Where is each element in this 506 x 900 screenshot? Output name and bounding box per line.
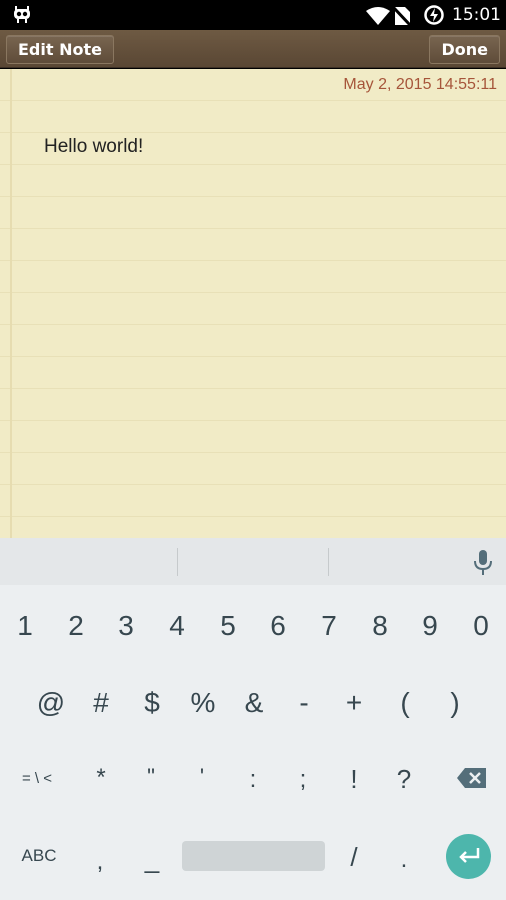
enter-icon	[457, 847, 481, 869]
key-single-quote[interactable]: '	[189, 764, 215, 790]
key-3[interactable]: 3	[113, 610, 139, 642]
edit-note-button[interactable]: Edit Note	[6, 35, 114, 64]
space-bar[interactable]	[182, 841, 325, 871]
key-semicolon[interactable]: ;	[290, 766, 316, 794]
app-notification-icon	[12, 6, 32, 24]
key-hash[interactable]: #	[87, 687, 115, 719]
done-button[interactable]: Done	[429, 35, 500, 64]
key-9[interactable]: 9	[417, 610, 443, 642]
microphone-icon[interactable]	[473, 550, 493, 580]
key-slash[interactable]: /	[342, 842, 366, 873]
key-underscore[interactable]: _	[140, 844, 164, 875]
key-open-paren[interactable]: (	[391, 687, 419, 719]
key-8[interactable]: 8	[367, 610, 393, 642]
key-4[interactable]: 4	[164, 610, 190, 642]
key-1[interactable]: 1	[12, 610, 38, 642]
key-close-paren[interactable]: )	[441, 687, 469, 719]
key-ampersand[interactable]: &	[239, 687, 269, 719]
backspace-icon[interactable]	[457, 767, 487, 793]
soft-keyboard: 1 2 3 4 5 6 7 8 9 0 @ # $ % & - + ( ) = …	[0, 538, 506, 900]
key-exclamation[interactable]: !	[341, 764, 367, 795]
key-0[interactable]: 0	[468, 610, 494, 642]
suggestion-divider	[328, 548, 329, 576]
key-abc[interactable]: ABC	[14, 846, 64, 866]
key-6[interactable]: 6	[265, 610, 291, 642]
suggestion-strip	[0, 538, 506, 585]
key-more-symbols[interactable]: = \ <	[10, 770, 64, 787]
key-percent[interactable]: %	[188, 687, 218, 719]
paper-margin-line	[10, 69, 12, 538]
key-2[interactable]: 2	[63, 610, 89, 642]
key-comma[interactable]: ,	[90, 848, 110, 876]
note-text[interactable]: Hello world!	[44, 136, 143, 158]
key-at[interactable]: @	[36, 687, 66, 719]
enter-button[interactable]	[446, 834, 491, 879]
key-7[interactable]: 7	[316, 610, 342, 642]
note-toolbar: Edit Note Done	[0, 30, 506, 68]
key-question[interactable]: ?	[391, 764, 417, 795]
key-5[interactable]: 5	[215, 610, 241, 642]
key-dollar[interactable]: $	[138, 687, 166, 719]
note-timestamp: May 2, 2015 14:55:11	[343, 76, 497, 93]
key-double-quote[interactable]: "	[138, 764, 164, 790]
battery-charging-icon	[424, 5, 444, 29]
note-editor[interactable]: May 2, 2015 14:55:11 Hello world!	[0, 69, 506, 538]
status-bar: 15:01	[0, 0, 506, 30]
key-minus[interactable]: -	[290, 687, 318, 719]
key-asterisk[interactable]: *	[88, 764, 114, 792]
status-time: 15:01	[452, 5, 501, 25]
no-sim-icon	[392, 6, 412, 30]
key-colon[interactable]: :	[240, 766, 266, 794]
key-plus[interactable]: +	[340, 687, 368, 719]
key-period[interactable]: .	[394, 846, 414, 874]
suggestion-divider	[177, 548, 178, 576]
wifi-icon	[366, 7, 390, 29]
